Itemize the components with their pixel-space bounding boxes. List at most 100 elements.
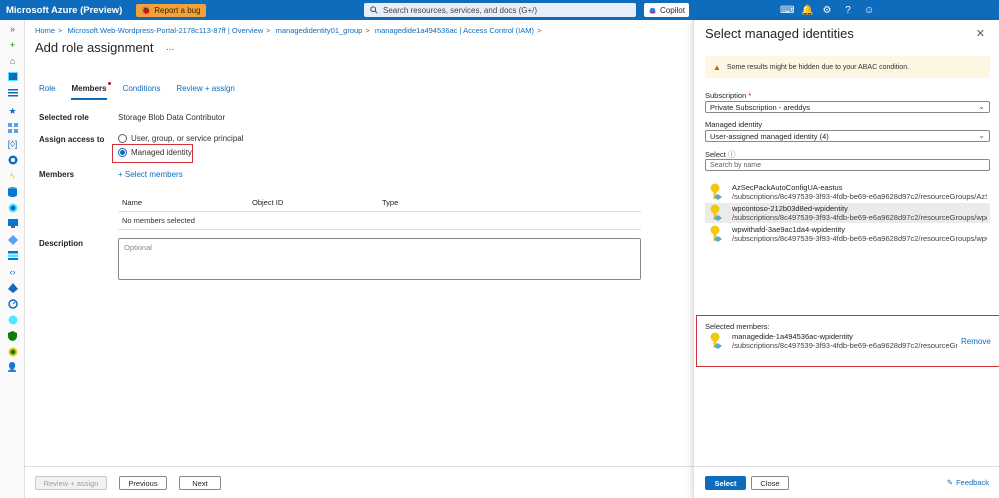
description-textarea[interactable]: Optional bbox=[118, 238, 641, 280]
all-services-icon[interactable] bbox=[7, 87, 18, 98]
subscription-value: Private Subscription - areddys bbox=[710, 102, 811, 112]
tab-review-assign[interactable]: Review + assign bbox=[176, 84, 234, 100]
previous-button[interactable]: Previous bbox=[119, 476, 167, 490]
tab-members[interactable]: Members bbox=[71, 82, 111, 100]
create-resource-icon[interactable]: + bbox=[7, 39, 18, 50]
col-name-header: Name bbox=[122, 198, 143, 207]
monitor-icon[interactable] bbox=[7, 298, 18, 309]
tab-conditions[interactable]: Conditions bbox=[123, 84, 161, 100]
copilot-icon bbox=[649, 7, 656, 13]
entra-id-icon[interactable] bbox=[7, 282, 18, 293]
identity-name: AzSecPackAutoConfigUA-eastus bbox=[732, 183, 843, 192]
selected-role-value: Storage Blob Data Contributor bbox=[118, 113, 226, 122]
breadcrumb: Home > Microsoft.Web-Wordpress-Portal-217… bbox=[35, 26, 544, 35]
close-button[interactable]: Close bbox=[751, 476, 789, 490]
load-balancer-icon[interactable] bbox=[7, 234, 18, 245]
virtual-networks-icon[interactable]: ‹› bbox=[7, 266, 18, 277]
subscription-label-text: Subscription bbox=[705, 91, 747, 100]
managed-identity-value: User-assigned managed identity (4) bbox=[710, 131, 829, 141]
feedback-link[interactable]: ✎ Feedback bbox=[947, 478, 989, 487]
table-row: No members selected bbox=[118, 212, 641, 230]
col-object-id-header: Object ID bbox=[252, 198, 284, 207]
radio-user-group-sp-label: User, group, or service principal bbox=[131, 134, 244, 143]
radio-circle bbox=[118, 134, 127, 143]
cosmos-db-icon[interactable] bbox=[7, 202, 18, 213]
close-icon[interactable]: ✕ bbox=[976, 27, 985, 40]
search-icon bbox=[370, 6, 378, 14]
members-label: Members bbox=[39, 170, 75, 179]
sql-databases-icon[interactable] bbox=[7, 186, 18, 197]
required-marker: * bbox=[748, 91, 752, 100]
chevron-down-icon: ⌄ bbox=[978, 131, 985, 140]
defender-icon[interactable] bbox=[7, 330, 18, 341]
list-item[interactable]: wpcontoso-212b03d8ed-wpidentity /subscri… bbox=[705, 203, 990, 223]
top-bar: Microsoft Azure (Preview) 🐞 Report a bug… bbox=[0, 0, 999, 20]
identity-name: wpwithafd-3ae9ac1da4-wpidentity bbox=[732, 225, 845, 234]
next-button[interactable]: Next bbox=[179, 476, 221, 490]
warning-text: Some results might be hidden due to your… bbox=[726, 63, 910, 71]
more-options-button[interactable]: ... bbox=[166, 42, 174, 53]
dashboard-icon[interactable] bbox=[7, 71, 18, 82]
portal-brand[interactable]: Microsoft Azure (Preview) bbox=[6, 5, 122, 16]
tab-members-label: Members bbox=[71, 84, 107, 93]
identity-name: wpcontoso-212b03d8ed-wpidentity bbox=[732, 204, 848, 213]
all-resources-icon[interactable] bbox=[7, 122, 18, 133]
table-header: Name Object ID Type bbox=[118, 192, 641, 212]
subscription-dropdown[interactable]: Private Subscription - areddys ⌄ bbox=[705, 101, 990, 113]
remove-link[interactable]: Remove bbox=[961, 337, 991, 346]
managed-identity-dropdown[interactable]: User-assigned managed identity (4) ⌄ bbox=[705, 130, 990, 142]
top-icons: ⌨ 🔔 ⚙ ? ☺ bbox=[780, 0, 874, 20]
warning-icon: ▲ bbox=[713, 62, 721, 72]
managed-identity-icon bbox=[710, 183, 722, 200]
list-item[interactable]: AzSecPackAutoConfigUA-eastus /subscripti… bbox=[705, 182, 990, 202]
left-rail: » + ⌂ ★ [◊] ϟ ‹› 👤 bbox=[0, 20, 25, 498]
feedback-person-icon[interactable]: ☺ bbox=[864, 5, 874, 16]
breadcrumb-iam[interactable]: managedide1a494536ac | Access Control (I… bbox=[375, 26, 534, 35]
identity-path: /subscriptions/8c497539-3f93-4fdb-be69-e… bbox=[732, 213, 987, 222]
help-icon[interactable]: ? bbox=[843, 5, 853, 16]
breadcrumb-separator: > bbox=[58, 26, 63, 35]
list-item[interactable]: wpwithafd-3ae9ac1da4-wpidentity /subscri… bbox=[705, 224, 990, 244]
favorites-star-icon[interactable]: ★ bbox=[7, 106, 18, 117]
select-members-link[interactable]: + Select members bbox=[118, 170, 183, 179]
report-bug-button[interactable]: 🐞 Report a bug bbox=[136, 3, 206, 17]
breadcrumb-separator: > bbox=[536, 26, 542, 35]
selected-role-label: Selected role bbox=[39, 113, 89, 122]
tab-role[interactable]: Role bbox=[39, 84, 55, 100]
select-button[interactable]: Select bbox=[705, 476, 746, 490]
breadcrumb-home[interactable]: Home bbox=[35, 26, 55, 35]
breadcrumb-separator: > bbox=[365, 26, 370, 35]
search-placeholder: Search resources, services, and docs (G+… bbox=[383, 5, 538, 15]
breadcrumb-webapp[interactable]: Microsoft.Web-Wordpress-Portal-2178c113-… bbox=[68, 26, 264, 35]
notifications-icon[interactable]: 🔔 bbox=[801, 5, 813, 16]
function-app-icon[interactable]: ϟ bbox=[7, 170, 18, 181]
col-type-header: Type bbox=[382, 198, 399, 207]
info-icon[interactable]: ⓘ bbox=[728, 150, 736, 159]
identity-path: /subscriptions/8c497539-3f93-4fdb-be69-e… bbox=[732, 192, 987, 201]
selected-members-label: Selected members: bbox=[705, 322, 770, 331]
feedback-label: Feedback bbox=[956, 478, 989, 487]
global-search-input[interactable]: Search resources, services, and docs (G+… bbox=[364, 3, 636, 17]
virtual-machines-icon[interactable] bbox=[7, 218, 18, 229]
selected-member-path: /subscriptions/8c497539-3f93-4fdb-be69-e… bbox=[732, 341, 957, 350]
review-assign-button[interactable]: Review + assign bbox=[35, 476, 107, 490]
report-bug-label: Report a bug bbox=[154, 5, 201, 15]
breadcrumb-resource-group[interactable]: managedidentity01_group bbox=[276, 26, 363, 35]
help-support-icon[interactable]: 👤 bbox=[7, 362, 18, 373]
copilot-label: Copilot bbox=[660, 5, 685, 15]
resource-groups-icon[interactable]: [◊] bbox=[7, 138, 18, 149]
cost-management-icon[interactable] bbox=[7, 346, 18, 357]
copilot-button[interactable]: Copilot bbox=[644, 3, 689, 17]
expand-menu-icon[interactable]: » bbox=[7, 23, 18, 34]
panel-title: Select managed identities bbox=[705, 26, 854, 41]
storage-accounts-icon[interactable] bbox=[7, 250, 18, 261]
identity-search-input[interactable]: Search by name bbox=[705, 159, 990, 171]
cloud-shell-icon[interactable]: ⌨ bbox=[780, 5, 794, 16]
settings-icon[interactable]: ⚙ bbox=[822, 5, 832, 16]
managed-identity-label: Managed identity bbox=[705, 120, 763, 129]
radio-user-group-sp[interactable]: User, group, or service principal bbox=[118, 134, 244, 143]
app-services-icon[interactable] bbox=[7, 154, 18, 165]
advisor-icon[interactable] bbox=[7, 314, 18, 325]
breadcrumb-separator: > bbox=[266, 26, 271, 35]
home-icon[interactable]: ⌂ bbox=[7, 55, 18, 66]
